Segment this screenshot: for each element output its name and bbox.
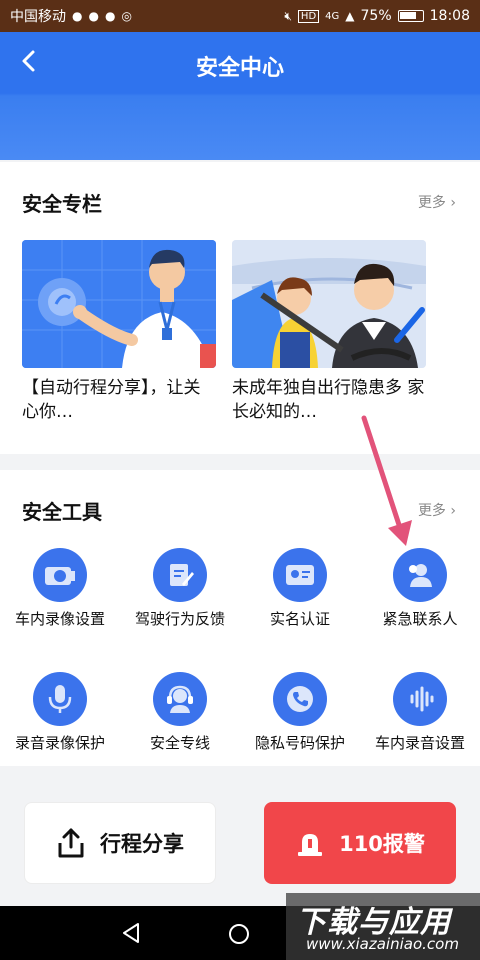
emergency-contact-icon	[393, 548, 447, 602]
section-title: 安全专栏	[22, 192, 102, 216]
tool-driving-feedback[interactable]: 驾驶行为反馈	[120, 548, 240, 629]
signal-icon: ▲	[345, 9, 355, 23]
tool-label: 车内录音设置	[374, 734, 465, 752]
headset-icon	[153, 672, 207, 726]
chevron-right-icon: ›	[450, 503, 456, 519]
bottom-actions: 行程分享 110报警	[0, 766, 480, 906]
more-label: 更多	[417, 503, 446, 519]
sound-wave-icon	[393, 672, 447, 726]
share-icon	[58, 828, 84, 858]
more-link[interactable]: 更多 ›	[418, 500, 456, 520]
share-trip-button[interactable]: 行程分享	[24, 802, 216, 884]
id-card-icon	[273, 548, 327, 602]
battery-percent: 75%	[360, 8, 392, 24]
nav-back-icon[interactable]	[120, 921, 144, 945]
tool-car-audio-settings[interactable]: 车内录音设置	[360, 672, 480, 753]
article-thumbnail	[232, 240, 426, 368]
tool-recording-protection[interactable]: 录音录像保护	[0, 672, 120, 753]
notification-icon: ◎	[121, 9, 132, 23]
tool-emergency-contact[interactable]: 紧急联系人	[360, 548, 480, 629]
call-police-label: 110报警	[339, 832, 425, 856]
tool-label: 录音录像保护	[14, 734, 105, 752]
carrier-label: 中国移动	[10, 9, 66, 25]
tool-real-name-auth[interactable]: 实名认证	[240, 548, 360, 629]
message-icon: ●	[88, 9, 99, 23]
feedback-edit-icon	[153, 548, 207, 602]
annotation-arrow-icon	[361, 415, 412, 546]
alarm-light-icon	[298, 834, 323, 856]
chevron-right-icon: ›	[450, 195, 456, 211]
tool-label: 车内录像设置	[14, 610, 105, 628]
tool-car-video-settings[interactable]: 车内录像设置	[0, 548, 120, 629]
tool-label: 实名认证	[269, 610, 330, 628]
status-bar: 中国移动 ● ● ● ◎ 🔇︎ HD 4G ▲ 75% 18:08	[0, 0, 480, 32]
network-label: 4G	[325, 10, 340, 22]
tool-privacy-number[interactable]: 隐私号码保护	[240, 672, 360, 753]
tool-label: 驾驶行为反馈	[134, 610, 225, 628]
mute-icon: 🔇︎	[284, 8, 292, 23]
battery-icon	[397, 10, 424, 22]
watermark: 下载与应用 www.xiazainiao.com	[286, 893, 480, 960]
nav-home-icon[interactable]	[229, 924, 249, 944]
watermark-url: www.xiazainiao.com	[306, 935, 459, 953]
tool-safety-hotline[interactable]: 安全专线	[120, 672, 240, 753]
call-police-button[interactable]: 110报警	[264, 802, 456, 884]
phone-icon	[273, 672, 327, 726]
more-link[interactable]: 更多 ›	[418, 192, 456, 212]
page-title: 安全中心	[195, 56, 284, 81]
hd-icon: HD	[297, 9, 320, 23]
trip-share-illustration	[22, 240, 216, 368]
clock: 18:08	[429, 8, 470, 24]
more-label: 更多	[417, 195, 446, 211]
app-icon: ●	[104, 9, 116, 23]
tool-label: 安全专线	[149, 734, 210, 752]
car-passenger-illustration	[232, 240, 426, 368]
share-trip-label: 行程分享	[100, 832, 184, 856]
header: 安全中心	[0, 32, 480, 160]
section-title: 安全工具	[22, 500, 102, 524]
article-card[interactable]: 【自动行程分享】，让关心你…	[22, 240, 216, 424]
camera-icon	[33, 548, 87, 602]
article-caption: 【自动行程分享】，让关心你…	[22, 378, 201, 422]
article-thumbnail	[22, 240, 216, 368]
article-card[interactable]: 未成年独自出行隐患多 家长必知的…	[232, 240, 426, 424]
microphone-icon	[33, 672, 87, 726]
wechat-icon: ●	[72, 9, 83, 23]
tool-label: 隐私号码保护	[254, 734, 345, 752]
tool-label: 紧急联系人	[382, 610, 458, 628]
